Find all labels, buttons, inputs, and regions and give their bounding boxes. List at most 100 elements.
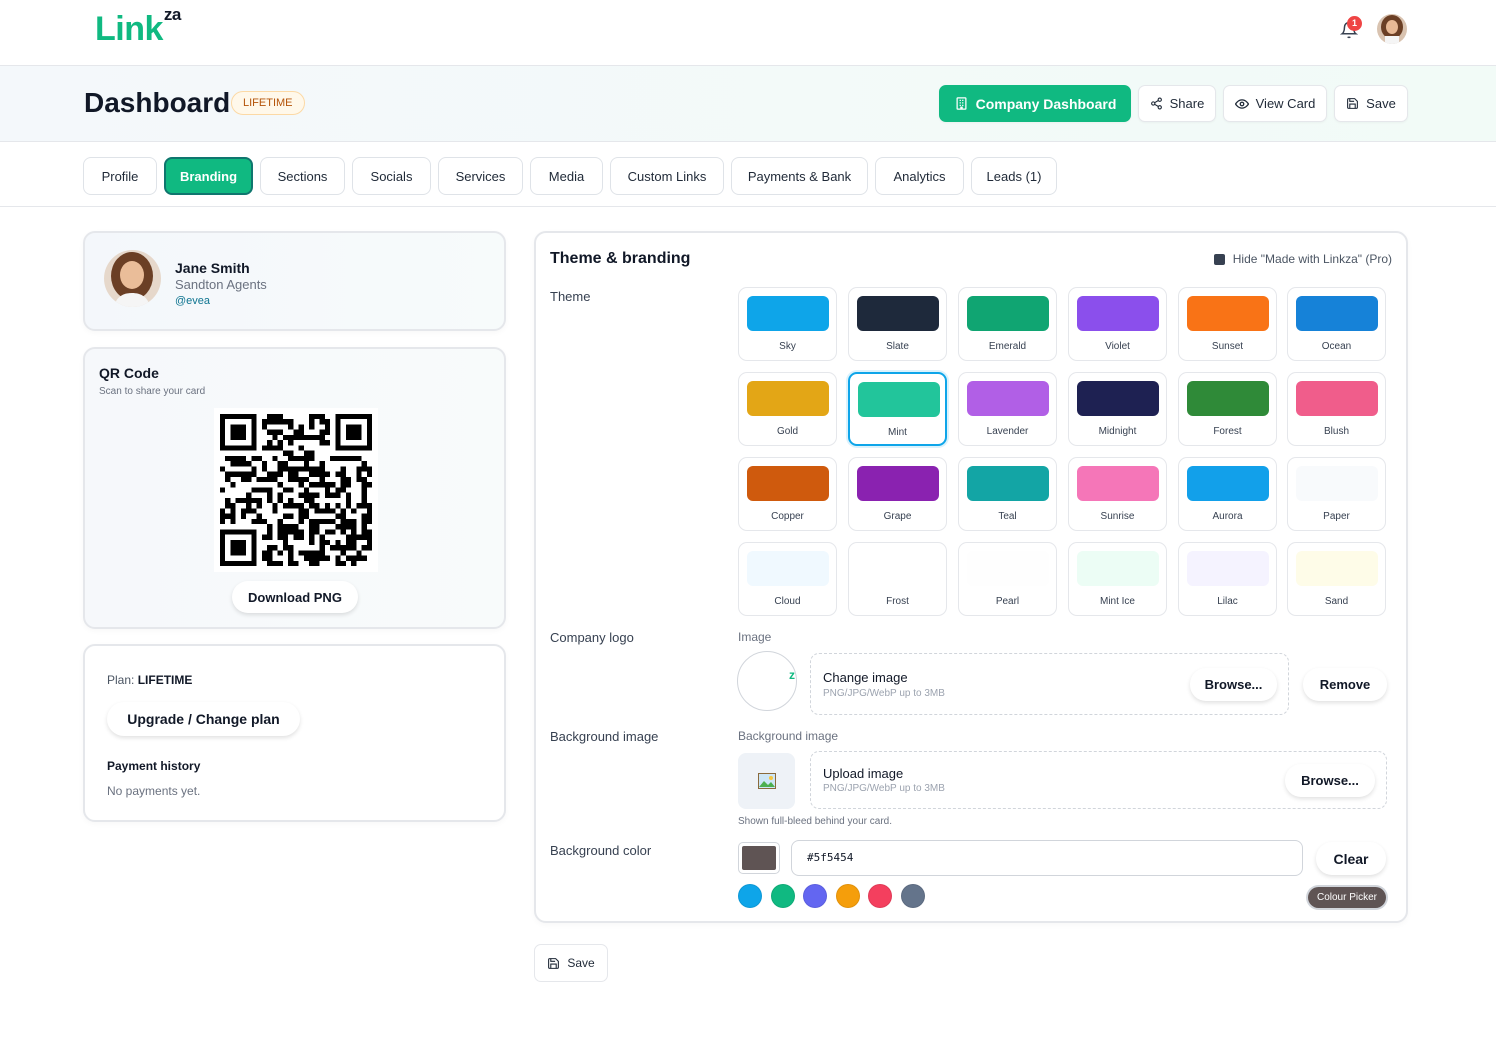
- swatch-label: Violet: [1105, 341, 1130, 352]
- swatch-color: [747, 296, 829, 331]
- swatch-label: Frost: [886, 596, 909, 607]
- color-preset-dot[interactable]: [868, 884, 892, 908]
- swatch-label: Blush: [1323, 426, 1349, 437]
- theme-swatch-aurora[interactable]: Aurora: [1178, 457, 1277, 531]
- tab-analytics[interactable]: Analytics: [875, 157, 964, 195]
- swatch-color: [1296, 551, 1378, 586]
- download-png-button[interactable]: Download PNG: [232, 581, 358, 613]
- theme-swatch-teal[interactable]: Teal: [958, 457, 1057, 531]
- theme-branding-panel: Theme & branding Hide "Made with Linkza"…: [534, 231, 1408, 923]
- company-dashboard-button[interactable]: Company Dashboard: [939, 85, 1131, 122]
- theme-swatch-mint-ice[interactable]: Mint Ice: [1068, 542, 1167, 616]
- browse-logo-button[interactable]: Browse...: [1190, 668, 1277, 701]
- logo-superscript: za: [163, 4, 181, 24]
- tab-payments-bank[interactable]: Payments & Bank: [731, 157, 868, 195]
- swatch-label: Gold: [776, 426, 799, 437]
- hex-color-input[interactable]: #5f5454: [791, 840, 1303, 876]
- building-icon: [956, 97, 967, 110]
- tab-custom-links[interactable]: Custom Links: [610, 157, 724, 195]
- profile-photo: [104, 250, 161, 307]
- linkza-logo[interactable]: Linkza: [95, 5, 181, 49]
- theme-swatch-sky[interactable]: Sky: [738, 287, 837, 361]
- swatch-color: [747, 466, 829, 501]
- theme-swatch-emerald[interactable]: Emerald: [958, 287, 1057, 361]
- theme-swatch-ocean[interactable]: Ocean: [1287, 287, 1386, 361]
- color-preset-dot[interactable]: [900, 884, 925, 908]
- upload-image-dropzone[interactable]: Upload image PNG/JPG/WebP up to 3MB Brow…: [810, 751, 1387, 809]
- theme-swatch-sunrise[interactable]: Sunrise: [1068, 457, 1167, 531]
- tab-media[interactable]: Media: [530, 157, 603, 195]
- swatch-label: Mint Ice: [1099, 596, 1135, 607]
- swatch-label: Forest: [1213, 426, 1242, 437]
- plan-value: LIFETIME: [137, 673, 193, 687]
- theme-swatch-slate[interactable]: Slate: [848, 287, 947, 361]
- theme-swatch-pearl[interactable]: Pearl: [958, 542, 1057, 616]
- hide-made-with-toggle[interactable]: Hide "Made with Linkza" (Pro): [1213, 252, 1392, 266]
- color-preset-dot[interactable]: [803, 884, 827, 908]
- save-label: Save: [1366, 96, 1396, 111]
- payment-history-empty: No payments yet.: [107, 784, 201, 798]
- view-card-button[interactable]: View Card: [1223, 85, 1327, 122]
- tab-branding[interactable]: Branding: [164, 157, 253, 195]
- theme-swatch-paper[interactable]: Paper: [1287, 457, 1386, 531]
- company-logo-preview: z: [737, 651, 797, 711]
- theme-swatch-grape[interactable]: Grape: [848, 457, 947, 531]
- clear-color-button[interactable]: Clear: [1316, 842, 1386, 875]
- theme-swatch-blush[interactable]: Blush: [1287, 372, 1386, 446]
- swatch-label: Sand: [1324, 596, 1349, 607]
- swatch-color: [1296, 381, 1378, 416]
- swatch-label: Teal: [998, 511, 1017, 522]
- plan-badge: LIFETIME: [231, 91, 305, 115]
- theme-swatch-frost[interactable]: Frost: [848, 542, 947, 616]
- remove-logo-button[interactable]: Remove: [1303, 668, 1387, 701]
- theme-swatch-lavender[interactable]: Lavender: [958, 372, 1057, 446]
- theme-swatch-copper[interactable]: Copper: [738, 457, 837, 531]
- tab-socials[interactable]: Socials: [352, 157, 431, 195]
- color-swatch-picker[interactable]: [738, 842, 780, 874]
- avatar[interactable]: [1377, 14, 1407, 44]
- theme-swatch-cloud[interactable]: Cloud: [738, 542, 837, 616]
- upgrade-plan-button[interactable]: Upgrade / Change plan: [107, 702, 300, 736]
- background-image-sublabel: Background image: [738, 729, 839, 743]
- payment-history-title: Payment history: [107, 759, 201, 773]
- swatch-label: Aurora: [1212, 511, 1243, 522]
- upload-image-hint: PNG/JPG/WebP up to 3MB: [823, 783, 945, 794]
- tab-sections[interactable]: Sections: [260, 157, 345, 195]
- checkbox[interactable]: [1213, 253, 1225, 265]
- tab-services[interactable]: Services: [438, 157, 523, 195]
- save-bottom-button[interactable]: Save: [534, 944, 608, 982]
- save-button[interactable]: Save: [1334, 85, 1408, 122]
- swatch-label: Slate: [886, 341, 909, 352]
- company-logo-label: Company logo: [550, 630, 634, 645]
- swatch-label: Lavender: [986, 426, 1029, 437]
- theme-title: Theme & branding: [550, 250, 691, 267]
- theme-swatch-gold[interactable]: Gold: [738, 372, 837, 446]
- swatch-color: [967, 466, 1049, 501]
- theme-swatch-lilac[interactable]: Lilac: [1178, 542, 1277, 616]
- swatch-label: Sky: [779, 341, 796, 352]
- theme-swatch-midnight[interactable]: Midnight: [1068, 372, 1167, 446]
- theme-label: Theme: [550, 289, 591, 304]
- qr-code-image: [214, 408, 378, 572]
- theme-swatch-sunset[interactable]: Sunset: [1178, 287, 1277, 361]
- qr-subtitle: Scan to share your card: [99, 386, 206, 397]
- background-image-label: Background image: [550, 729, 659, 744]
- color-preset-dot[interactable]: [770, 884, 795, 908]
- theme-swatch-sand[interactable]: Sand: [1287, 542, 1386, 616]
- background-note: Shown full-bleed behind your card.: [738, 816, 892, 827]
- theme-swatch-mint[interactable]: Mint: [848, 372, 947, 446]
- profile-handle[interactable]: @evea: [175, 295, 210, 307]
- swatch-color: [857, 551, 939, 586]
- browse-background-button[interactable]: Browse...: [1285, 764, 1375, 797]
- swatch-color: [967, 381, 1049, 416]
- share-button[interactable]: Share: [1138, 85, 1216, 122]
- swatch-label: Paper: [1323, 511, 1350, 522]
- color-preset-dot[interactable]: [738, 884, 762, 908]
- theme-swatch-forest[interactable]: Forest: [1178, 372, 1277, 446]
- tab-leads[interactable]: Leads (1): [971, 157, 1057, 195]
- share-label: Share: [1169, 96, 1205, 111]
- tab-profile[interactable]: Profile: [83, 157, 157, 195]
- theme-swatch-violet[interactable]: Violet: [1068, 287, 1167, 361]
- color-preset-dot[interactable]: [835, 884, 860, 908]
- change-image-dropzone[interactable]: Change image PNG/JPG/WebP up to 3MB Brow…: [810, 653, 1289, 715]
